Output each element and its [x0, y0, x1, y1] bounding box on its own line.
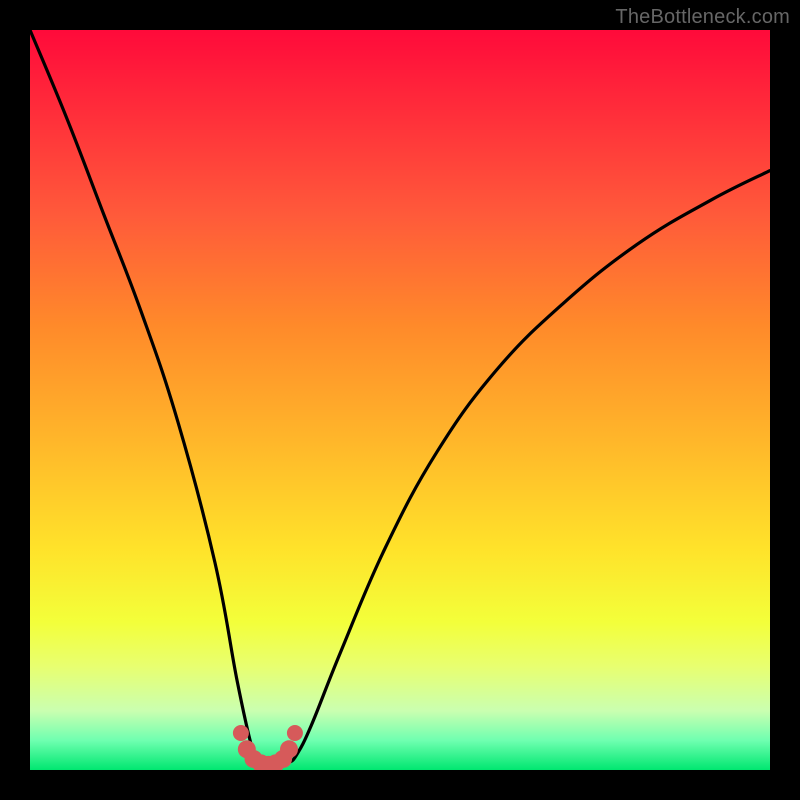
curve-path-group	[30, 30, 770, 767]
trough-dot	[280, 740, 298, 758]
bottleneck-curve-path	[30, 30, 770, 767]
trough-dot	[233, 725, 249, 741]
bottleneck-chart	[30, 30, 770, 770]
trough-dot	[287, 725, 303, 741]
trough-marker-dots	[233, 725, 303, 770]
watermark-text: TheBottleneck.com	[615, 6, 790, 29]
